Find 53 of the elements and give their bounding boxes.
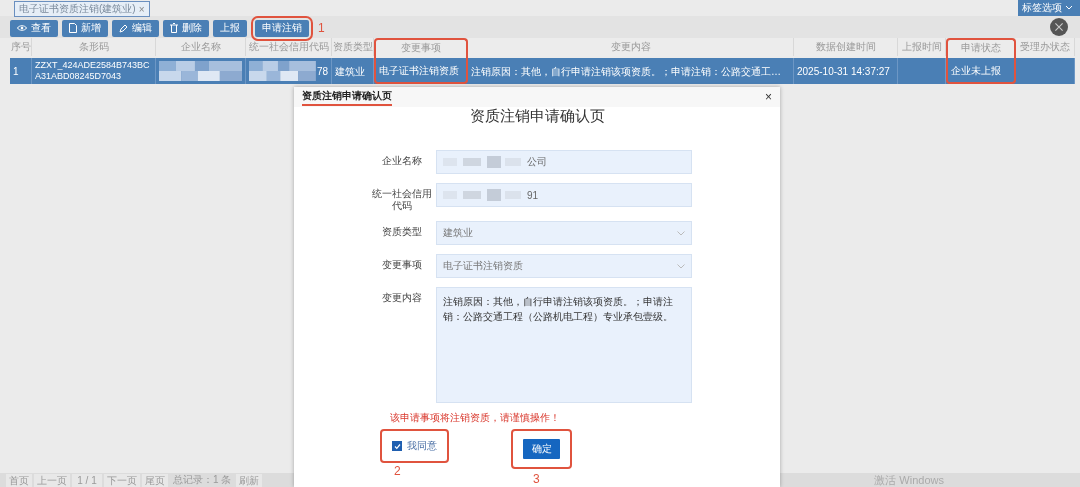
select-field[interactable]: 建筑业	[436, 221, 692, 245]
table-cell: 1	[13, 65, 19, 77]
confirm-button[interactable]: 确定	[523, 439, 560, 459]
close-icon[interactable]: ×	[765, 90, 772, 104]
toolbar-button[interactable]: 新增	[62, 19, 108, 37]
checkmark-icon	[393, 442, 401, 450]
page-tab[interactable]: 电子证书资质注销(建筑业) ×	[14, 1, 150, 17]
toolbar-button[interactable]: 删除	[163, 19, 209, 37]
tab-options-button[interactable]: 标签选项	[1018, 0, 1080, 16]
column-header: 申请状态	[946, 38, 1016, 58]
field-label: 变更事项	[381, 258, 423, 271]
chevron-icon	[1065, 5, 1073, 11]
field-label: 企业名称	[381, 154, 423, 167]
column-header: 变更事项	[374, 38, 468, 58]
annotation-number: 3	[533, 473, 540, 486]
table-cell: 企业未上报	[951, 64, 1001, 76]
table-cell: 注销原因：其他，自行申请注销该项资质。；申请注销：公路交通工…	[471, 65, 781, 77]
annotation-number: 2	[394, 465, 401, 478]
column-header: 资质类型	[332, 38, 374, 56]
warning-text: 该申请事项将注销资质，请谨慎操作！	[390, 411, 561, 425]
circle-icon[interactable]	[1050, 18, 1068, 36]
table-cell-text: ZZXT_424ADE2584B743BCA31ABD08245D7043	[35, 60, 151, 82]
input-field[interactable]: 91	[527, 189, 539, 201]
table-cell: 78	[316, 65, 328, 77]
text-area[interactable]: 注销原因：其他，自行申请注销该项资质。；申请注销：公路交通工程（公路机电工程）专业承包壹级。	[436, 287, 692, 403]
annotation-number: 1	[318, 21, 325, 35]
toolbar-button[interactable]: 查看	[10, 19, 58, 37]
refresh-button[interactable]: 刷新	[236, 473, 263, 487]
trash-icon	[170, 23, 178, 33]
select-field[interactable]: 电子证书注销资质	[436, 254, 692, 278]
document-icon	[69, 23, 77, 33]
dialog-heading: 资质注销申请确认页	[468, 107, 606, 126]
field-label: 变更内容	[381, 291, 423, 304]
column-header: 序号	[10, 38, 32, 56]
input-field[interactable]: 公司	[527, 155, 547, 169]
pencil-icon	[119, 23, 128, 33]
table-cell: 2025-10-31 14:37:27	[797, 65, 890, 77]
field-label: 资质类型	[381, 225, 423, 238]
table-cell: 电子证书注销资质	[379, 64, 459, 76]
toolbar-button[interactable]: 编辑	[112, 19, 159, 37]
close-icon[interactable]: ×	[138, 3, 145, 15]
table-row[interactable]: 1 ZZXT_424ADE2584B743BCA31ABD08245D7043 78 建筑业 电子证书注销资质 注销原因：其他，自行申请注销该项资质。；申请注销：公路交通工… 2025-10-31 14:37:27 企业未上报	[10, 58, 1075, 84]
chevron-icon	[677, 230, 685, 236]
eye-icon	[17, 24, 27, 32]
pager-button[interactable]: 首页	[6, 473, 32, 487]
table-cell: 建筑业	[335, 65, 365, 77]
dialog-title: 资质注销申请确认页	[302, 88, 392, 106]
toolbar-button[interactable]: 申请注销	[255, 19, 309, 37]
chevron-icon	[677, 263, 685, 269]
toolbar-button[interactable]: 上报	[213, 19, 247, 37]
field-label: 统一社会信用代码	[372, 187, 432, 212]
pager-button[interactable]: 尾页	[142, 473, 168, 487]
pager-button[interactable]: 1 / 1	[72, 473, 102, 487]
